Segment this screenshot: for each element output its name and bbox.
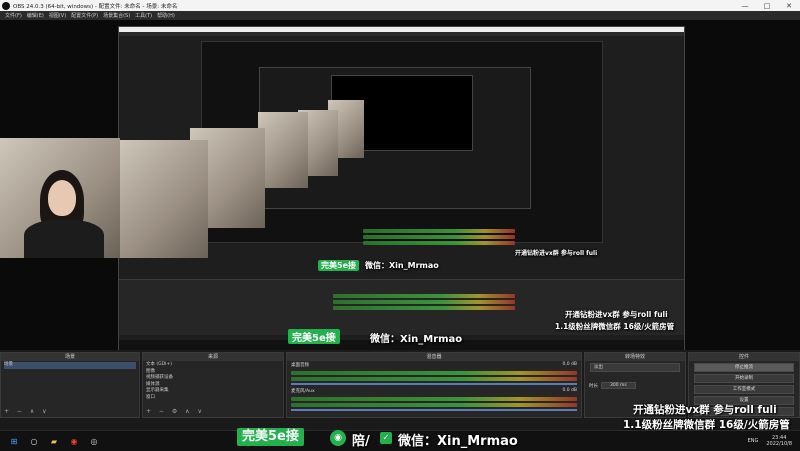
wechat-id: 微信：Xin_Mrmao xyxy=(398,434,518,449)
menu-scene-collection[interactable]: 场景集合(S) xyxy=(103,12,130,19)
mixer-panel: 混音器 桌面音频 0.0 dB 麦克风/Aux 0.0 dB xyxy=(286,352,582,418)
menu-view[interactable]: 视图(V) xyxy=(49,12,66,19)
transitions-title: 转场特效 xyxy=(585,353,685,361)
sources-toolbar[interactable]: + − ⚙ ∧ ∨ xyxy=(146,408,205,415)
controls-title: 控件 xyxy=(689,353,799,361)
stop-stream-button[interactable]: 停止推流 xyxy=(694,363,794,372)
mid-promo-line1: 开通钻粉进vx群 参与roll fuli xyxy=(565,310,668,319)
scene-item[interactable]: 场景 xyxy=(4,362,136,369)
start-icon[interactable]: ⊞ xyxy=(8,435,20,447)
clock-date[interactable]: 2022/10/8 xyxy=(766,441,792,447)
volume-meter xyxy=(291,403,577,407)
nested-wechat-text: 微信：Xin_Mrmao xyxy=(365,261,439,270)
badge-icon: ✓ xyxy=(380,432,392,444)
mixer-track-name: 麦克风/Aux xyxy=(291,389,315,394)
scenes-panel: 场景 场景 + − ∧ ∨ xyxy=(0,352,140,418)
duration-input[interactable]: 300 ms xyxy=(601,382,636,389)
minimize-button[interactable]: — xyxy=(734,0,756,11)
menu-file[interactable]: 文件(F) xyxy=(5,12,22,19)
mixer-track-db: 0.0 dB xyxy=(562,388,577,393)
green-label: 完美5e接 xyxy=(237,428,304,446)
mixer-track-db: 0.0 dB xyxy=(562,362,577,367)
obs-logo-icon xyxy=(2,1,10,10)
scenes-title: 场景 xyxy=(1,353,139,361)
mid-green-label: 完美5e接 xyxy=(288,329,340,344)
menu-bar: 文件(F) 编辑(E) 视图(V) 配置文件(P) 场景集合(S) 工具(T) … xyxy=(0,11,800,20)
menu-profile[interactable]: 配置文件(P) xyxy=(71,12,98,19)
sources-title: 来源 xyxy=(143,353,283,361)
close-button[interactable]: ✕ xyxy=(778,0,800,11)
obs-icon[interactable]: ◎ xyxy=(88,435,100,447)
duration-label: 时长 xyxy=(589,383,598,389)
title-bar: OBS 24.0.3 (64-bit, windows) - 配置文件: 未命名… xyxy=(0,0,800,11)
volume-meter xyxy=(291,371,577,375)
source-item[interactable]: 窗口 xyxy=(146,395,280,402)
mid-promo-line2: 1.1级粉丝牌微信群 16级/火箭房管 xyxy=(555,322,675,331)
transition-select[interactable]: 淡出 xyxy=(590,363,680,372)
studio-mode-button[interactable]: 工作室模式 xyxy=(694,385,794,394)
maximize-button[interactable]: □ xyxy=(756,0,778,11)
sources-panel: 来源 文本 (GDI+) 图像 视频捕获设备 媒体源 显示器采集 窗口 + − … xyxy=(142,352,284,418)
mid-wechat-text: 微信：Xin_Mrmao xyxy=(370,334,463,345)
chrome-icon[interactable]: ◉ xyxy=(68,435,80,447)
wechat-icon: ◉ xyxy=(330,430,346,446)
start-record-button[interactable]: 开始录制 xyxy=(694,374,794,383)
search-icon[interactable]: ○ xyxy=(28,435,40,447)
volume-slider[interactable] xyxy=(291,383,577,385)
scenes-toolbar[interactable]: + − ∧ ∨ xyxy=(4,408,50,415)
wechat-prefix: 陪/ xyxy=(352,434,370,449)
nested-promo-line1: 开通钻粉进vx群 参与roll fuli xyxy=(515,250,598,257)
menu-help[interactable]: 帮助(H) xyxy=(157,12,175,19)
preview-canvas[interactable]: 完美5e接 微信：Xin_Mrmao 开通钻粉进vx群 参与roll fuli … xyxy=(0,20,800,350)
volume-slider[interactable] xyxy=(291,409,577,411)
window-title: OBS 24.0.3 (64-bit, windows) - 配置文件: 未命名… xyxy=(13,3,178,10)
menu-tools[interactable]: 工具(T) xyxy=(135,12,152,19)
language-indicator[interactable]: ENG xyxy=(748,438,759,444)
promo-line1: 开通钻粉进vx群 参与roll fuli xyxy=(633,404,777,416)
volume-meter xyxy=(291,397,577,401)
folder-icon[interactable]: ▰ xyxy=(48,435,60,447)
menu-edit[interactable]: 编辑(E) xyxy=(27,12,44,19)
webcam-feed xyxy=(0,138,120,258)
mixer-title: 混音器 xyxy=(287,353,581,361)
nested-green-label: 完美5e接 xyxy=(318,260,359,271)
mixer-track-name: 桌面音频 xyxy=(291,363,309,368)
volume-meter xyxy=(291,377,577,381)
